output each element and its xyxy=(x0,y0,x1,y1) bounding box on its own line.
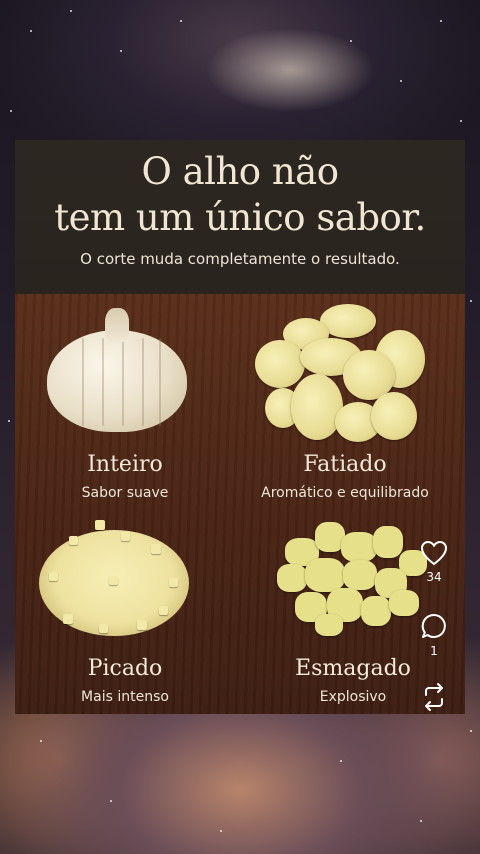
whole-garlic-image xyxy=(47,308,187,432)
comment-button[interactable]: 1 xyxy=(414,612,454,658)
repost-icon xyxy=(425,683,443,711)
minced-garlic-image xyxy=(39,516,189,640)
cut-name-picado: Picado xyxy=(87,656,163,681)
comment-count: 1 xyxy=(430,644,438,658)
post-card: O alho não tem um único sabor. O corte m… xyxy=(15,140,465,714)
cut-name-esmagado: Esmagado xyxy=(295,656,411,681)
post-subtitle: O corte muda completamente o resultado. xyxy=(80,250,400,268)
like-count: 34 xyxy=(426,570,442,584)
cut-desc-picado: Mais intenso xyxy=(81,689,169,705)
comment-icon xyxy=(421,613,446,638)
post-title-line-1: O alho não xyxy=(141,150,339,193)
repost-button[interactable] xyxy=(414,682,454,712)
post-header: O alho não tem um único sabor. O corte m… xyxy=(15,140,465,294)
heart-icon xyxy=(420,540,448,566)
like-button[interactable]: 34 xyxy=(414,540,454,584)
cut-desc-inteiro: Sabor suave xyxy=(81,485,169,501)
post-title-line-2: tem um único sabor. xyxy=(54,196,426,239)
cut-name-fatiado: Fatiado xyxy=(303,452,387,477)
cut-desc-fatiado: Aromático e equilibrado xyxy=(261,485,429,501)
cut-name-inteiro: Inteiro xyxy=(87,452,163,477)
